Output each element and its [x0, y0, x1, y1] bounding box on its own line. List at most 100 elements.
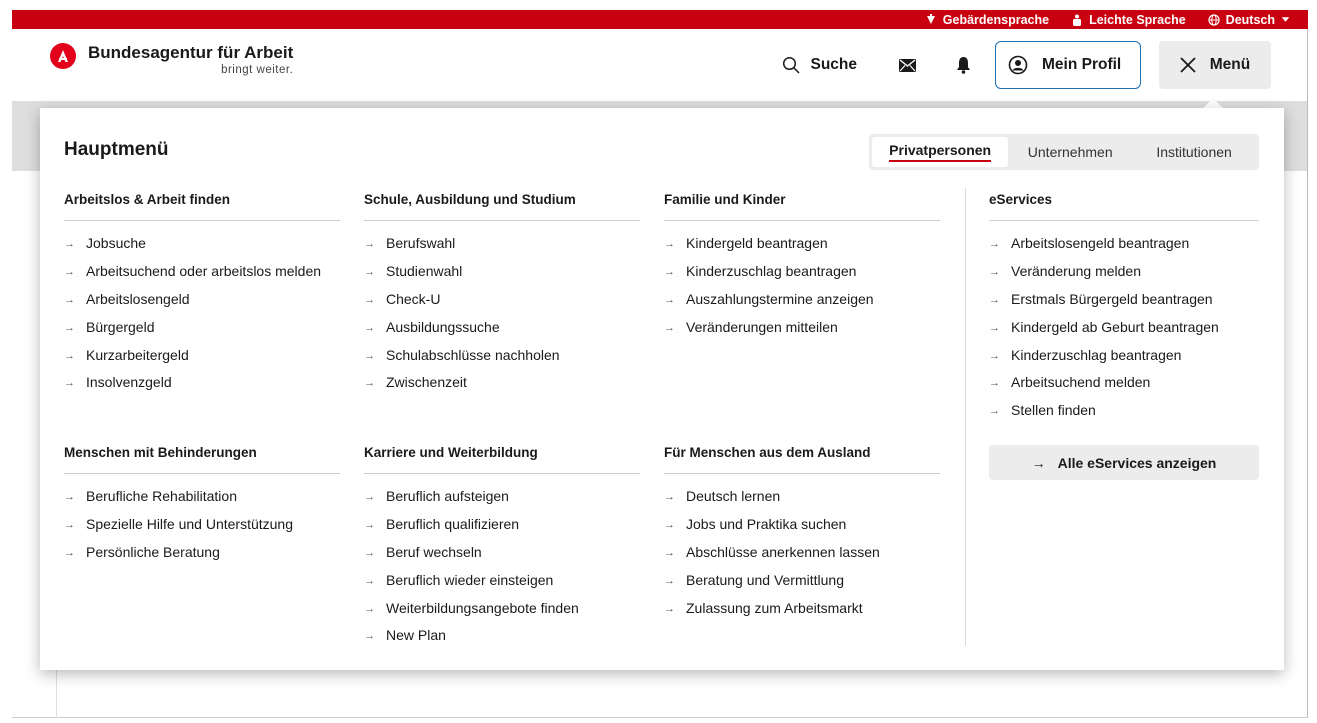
menu-link-beratung-und-vermittlung[interactable]: → Beratung und Vermittlung: [664, 569, 940, 593]
arrow-right-icon: →: [1031, 454, 1046, 471]
menu-link-beruflich-aufsteigen[interactable]: → Beruflich aufsteigen: [364, 485, 640, 509]
menu-link-insolvenzgeld[interactable]: → Insolvenzgeld: [64, 371, 340, 395]
menu-link-arbeitslosengeld-beantragen[interactable]: → Arbeitslosengeld beantragen: [989, 232, 1259, 256]
menu-link-abschlusse-anerkennen-lassen[interactable]: → Abschlüsse anerkennen lassen: [664, 541, 940, 565]
menu-section-eservices: eServices → Arbeitslosengeld beantragen → Ve…: [989, 192, 1259, 427]
menu-link-berufliche-rehabilitation[interactable]: → Berufliche Rehabilitation: [64, 485, 340, 509]
site-header: Bundesagentur für Arbeit bringt weiter. …: [12, 29, 1308, 101]
arrow-right-icon: →: [664, 293, 675, 306]
menu-close-button[interactable]: Menü: [1159, 41, 1271, 89]
menu-title: Hauptmenü: [64, 139, 169, 160]
page-divider-vertical: [56, 670, 57, 718]
section-heading: Arbeitslos & Arbeit finden: [64, 192, 340, 221]
menu-link-check-u[interactable]: → Check-U: [364, 288, 640, 312]
arrow-right-icon: →: [989, 265, 1000, 278]
menu-link-label: Arbeitslosengeld beantragen: [1011, 235, 1190, 251]
arrow-right-icon: →: [364, 238, 375, 250]
menu-link-weiterbildungsangebote-finden[interactable]: → Weiterbildungsangebote finden: [364, 597, 640, 621]
arrow-right-icon: →: [64, 238, 75, 250]
search-label: Suche: [810, 56, 857, 73]
sign-language-label: Gebärdensprache: [942, 12, 1050, 27]
arrow-right-icon: →: [64, 491, 75, 503]
all-eservices-button[interactable]: → Alle eServices anzeigen: [989, 445, 1259, 480]
profile-label: Mein Profil: [1042, 56, 1122, 73]
menu-section-schule: Schule, Ausbildung und Studium → Berufswah…: [364, 192, 640, 399]
menu-link-label: Kinderzuschlag beantragen: [686, 262, 857, 279]
notifications-button[interactable]: [953, 55, 973, 75]
menu-link-beruflich-wieder-einsteigen[interactable]: → Beruflich wieder einsteigen: [364, 569, 640, 593]
user-icon: [1008, 55, 1028, 75]
logo-link[interactable]: Bundesagentur für Arbeit bringt weiter.: [50, 43, 293, 76]
caret-down-icon: [1281, 17, 1290, 22]
mail-button[interactable]: [897, 55, 917, 75]
menu-link-beruf-wechseln[interactable]: → Beruf wechseln: [364, 541, 640, 565]
menu-link-deutsch-lernen[interactable]: → Deutsch lernen: [664, 485, 940, 509]
tab-institutionen[interactable]: Institutionen: [1132, 137, 1256, 167]
easy-language-link[interactable]: Leichte Sprache: [1071, 13, 1186, 27]
menu-link-ausbildungssuche[interactable]: → Ausbildungssuche: [364, 316, 640, 340]
menu-link-label: Beruflich aufsteigen: [386, 488, 509, 504]
arrow-right-icon: →: [364, 321, 375, 334]
menu-link-erstmals-burgergeld-beantragen[interactable]: → Erstmals Bürgergeld beantragen: [989, 288, 1259, 312]
arrow-right-icon: →: [364, 293, 375, 306]
search-button[interactable]: Suche: [782, 56, 857, 74]
arrow-right-icon: →: [364, 546, 375, 559]
menu-link-veranderung-melden[interactable]: → Veränderung melden: [989, 260, 1259, 284]
menu-link-kindergeld-ab-geburt-beantragen[interactable]: → Kindergeld ab Geburt beantragen: [989, 316, 1259, 340]
arrow-right-icon: →: [64, 518, 75, 531]
menu-link-kinderzuschlag-beantragen[interactable]: → Kinderzuschlag beantragen: [989, 344, 1259, 368]
menu-link-berufswahl[interactable]: → Berufswahl: [364, 232, 640, 256]
menu-link-new-plan[interactable]: → New Plan: [364, 624, 640, 648]
sign-language-link[interactable]: Gebärdensprache: [925, 13, 1049, 27]
menu-link-label: Auszahlungstermine anzeigen: [686, 290, 874, 307]
menu-link-zwischenzeit[interactable]: → Zwischenzeit: [364, 371, 640, 395]
menu-link-beruflich-qualifizieren[interactable]: → Beruflich qualifizieren: [364, 513, 640, 537]
menu-link-veranderungen-mitteilen[interactable]: → Veränderungen mitteilen: [664, 316, 940, 340]
menu-link-arbeitslosengeld[interactable]: → Arbeitslosengeld: [64, 288, 340, 312]
arrow-right-icon: →: [364, 602, 375, 615]
arrow-right-icon: →: [664, 321, 675, 334]
tab-privatpersonen[interactable]: Privatpersonen: [872, 137, 1009, 167]
language-select[interactable]: Deutsch: [1208, 13, 1290, 27]
arrow-right-icon: →: [989, 293, 1000, 306]
tab-unternehmen[interactable]: Unternehmen: [1008, 137, 1132, 167]
menu-link-auszahlungstermine-anzeigen[interactable]: → Auszahlungstermine anzeigen: [664, 288, 940, 312]
arrow-right-icon: →: [664, 518, 675, 531]
menu-link-list: → Kindergeld beantragen → Kinderzuschlag be…: [664, 232, 940, 339]
menu-link-schulabschlusse-nachholen[interactable]: → Schulabschlüsse nachholen: [364, 344, 640, 368]
menu-link-arbeitsuchend-melden[interactable]: → Arbeitsuchend melden: [989, 371, 1259, 395]
menu-link-kindergeld-beantragen[interactable]: → Kindergeld beantragen: [664, 232, 940, 256]
menu-link-spezielle-hilfe-und-unterstutzung[interactable]: → Spezielle Hilfe und Unterstützung: [64, 513, 340, 537]
arrow-right-icon: →: [64, 321, 75, 334]
arrow-right-icon: →: [664, 602, 675, 615]
menu-link-stellen-finden[interactable]: → Stellen finden: [989, 399, 1259, 423]
close-icon: [1180, 57, 1196, 73]
menu-link-list: → Deutsch lernen → Jobs und Praktika suchen…: [664, 485, 940, 620]
menu-link-studienwahl[interactable]: → Studienwahl: [364, 260, 640, 284]
menu-link-label: Schulabschlüsse nachholen: [386, 346, 560, 363]
main-menu-panel: Hauptmenü Privatpersonen Unternehmen Ins…: [40, 108, 1284, 670]
sign-language-icon: [926, 13, 935, 24]
menu-link-burgergeld[interactable]: → Bürgergeld: [64, 316, 340, 340]
menu-link-label: Insolvenzgeld: [86, 374, 172, 391]
arrow-right-icon: →: [64, 377, 75, 390]
arrow-right-icon: →: [364, 630, 375, 643]
mail-icon: [898, 58, 916, 72]
agency-logo-icon: [50, 43, 76, 69]
arrow-right-icon: →: [989, 238, 1000, 250]
menu-link-kinderzuschlag-beantragen[interactable]: → Kinderzuschlag beantragen: [664, 260, 940, 284]
menu-link-label: Check-U: [386, 290, 441, 307]
profile-button[interactable]: Mein Profil: [995, 41, 1141, 89]
section-heading: Schule, Ausbildung und Studium: [364, 192, 640, 221]
menu-link-jobs-und-praktika-suchen[interactable]: → Jobs und Praktika suchen: [664, 513, 940, 537]
menu-link-jobsuche[interactable]: → Jobsuche: [64, 232, 340, 256]
menu-link-kurzarbeitergeld[interactable]: → Kurzarbeitergeld: [64, 344, 340, 368]
menu-link-label: Stellen finden: [1011, 402, 1096, 419]
arrow-right-icon: →: [364, 349, 375, 362]
menu-link-label: Zwischenzeit: [386, 374, 467, 391]
menu-link-arbeitsuchend-oder-arbeitslos-melden[interactable]: → Arbeitsuchend oder arbeitslos melden: [64, 260, 340, 284]
menu-link-personliche-beratung[interactable]: → Persönliche Beratung: [64, 541, 340, 565]
menu-link-zulassung-zum-arbeitsmarkt[interactable]: → Zulassung zum Arbeitsmarkt: [664, 597, 940, 621]
menu-link-label: Jobs und Praktika suchen: [686, 515, 847, 532]
section-heading: Karriere und Weiterbildung: [364, 445, 640, 474]
